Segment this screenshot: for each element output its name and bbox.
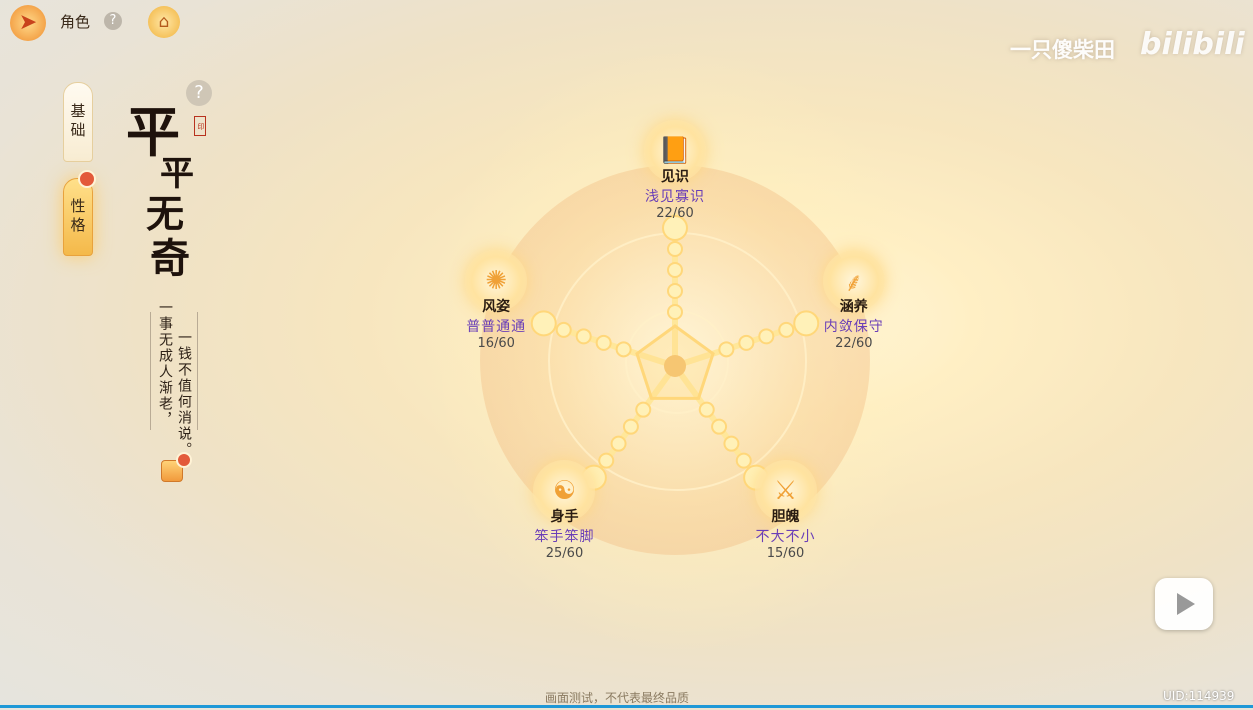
trait-node[interactable]: 📙 见识 浅见寡识 22/60 bbox=[610, 120, 740, 221]
trait-level: 不大不小 bbox=[755, 529, 816, 546]
trait-level: 笨手笨脚 bbox=[534, 529, 595, 546]
trait-bead bbox=[615, 341, 632, 358]
trait-bead bbox=[711, 418, 728, 435]
footer-note: 画面测试，不代表最终品质 bbox=[545, 691, 690, 705]
trait-bead bbox=[723, 435, 740, 452]
center-hub bbox=[664, 355, 686, 377]
trait-bead bbox=[738, 334, 755, 351]
trait-level: 普普通通 bbox=[466, 318, 527, 335]
quote-line: 一钱不值何消说。 bbox=[176, 330, 192, 458]
tab-personality[interactable]: 性格 bbox=[63, 178, 93, 256]
trait-bead bbox=[667, 283, 683, 299]
trait-bead bbox=[758, 328, 775, 345]
trait-score: 22/60 bbox=[656, 206, 694, 221]
trait-bead bbox=[698, 401, 715, 418]
trait-name: 风姿 bbox=[482, 298, 511, 315]
trait-node[interactable]: ✺ 风姿 普普通通 16/60 bbox=[431, 249, 561, 351]
quote-line: 一事无成人渐老， bbox=[157, 300, 173, 428]
play-button[interactable] bbox=[1155, 578, 1213, 630]
trait-name: 涵养 bbox=[839, 298, 868, 315]
trait-name: 身手 bbox=[550, 509, 579, 526]
personality-help-icon[interactable]: ? bbox=[186, 80, 212, 106]
personality-title-char: 奇 bbox=[150, 235, 190, 282]
uid-label: UID:114939 bbox=[1163, 689, 1235, 703]
trait-bead bbox=[622, 418, 639, 435]
watermark-author: 一只傻柴田 bbox=[1010, 38, 1115, 62]
tab-basic[interactable]: 基础 bbox=[63, 82, 93, 162]
trait-bead bbox=[610, 435, 627, 452]
trait-level: 浅见寡识 bbox=[645, 189, 705, 205]
trait-score: 15/60 bbox=[766, 546, 805, 562]
notification-badge bbox=[176, 452, 192, 468]
video-progress-bar[interactable] bbox=[0, 705, 1253, 708]
notification-badge bbox=[78, 170, 96, 188]
trait-bead bbox=[575, 328, 592, 345]
trait-bead bbox=[718, 341, 735, 358]
trait-level: 内敛保守 bbox=[823, 318, 884, 335]
trait-name: 见识 bbox=[661, 169, 689, 185]
back-arrow-icon: ➤ bbox=[18, 10, 38, 35]
trait-bead bbox=[667, 241, 683, 257]
trait-node[interactable]: ☯ 身手 笨手笨脚 25/60 bbox=[499, 460, 629, 561]
help-icon[interactable]: ? bbox=[104, 12, 122, 30]
trait-bead bbox=[667, 262, 683, 278]
trait-score: 16/60 bbox=[477, 335, 515, 351]
house-icon: ⌂ bbox=[158, 12, 170, 32]
trait-bead bbox=[635, 401, 652, 418]
trait-bead bbox=[595, 334, 612, 351]
trait-node[interactable]: ⸙ 涵养 内敛保守 22/60 bbox=[789, 249, 919, 351]
bilibili-logo: bilibili bbox=[1140, 27, 1245, 62]
trait-score: 25/60 bbox=[545, 546, 584, 562]
page-title: 角色 bbox=[60, 13, 91, 31]
trait-score: 22/60 bbox=[835, 335, 873, 351]
trait-bead bbox=[667, 304, 683, 320]
trait-name: 胆魄 bbox=[771, 509, 800, 526]
trait-node[interactable]: ⚔ 胆魄 不大不小 15/60 bbox=[721, 460, 851, 561]
back-button[interactable]: ➤ bbox=[10, 5, 46, 41]
red-seal-stamp: 印 bbox=[194, 116, 206, 136]
home-button[interactable]: ⌂ bbox=[148, 6, 180, 38]
